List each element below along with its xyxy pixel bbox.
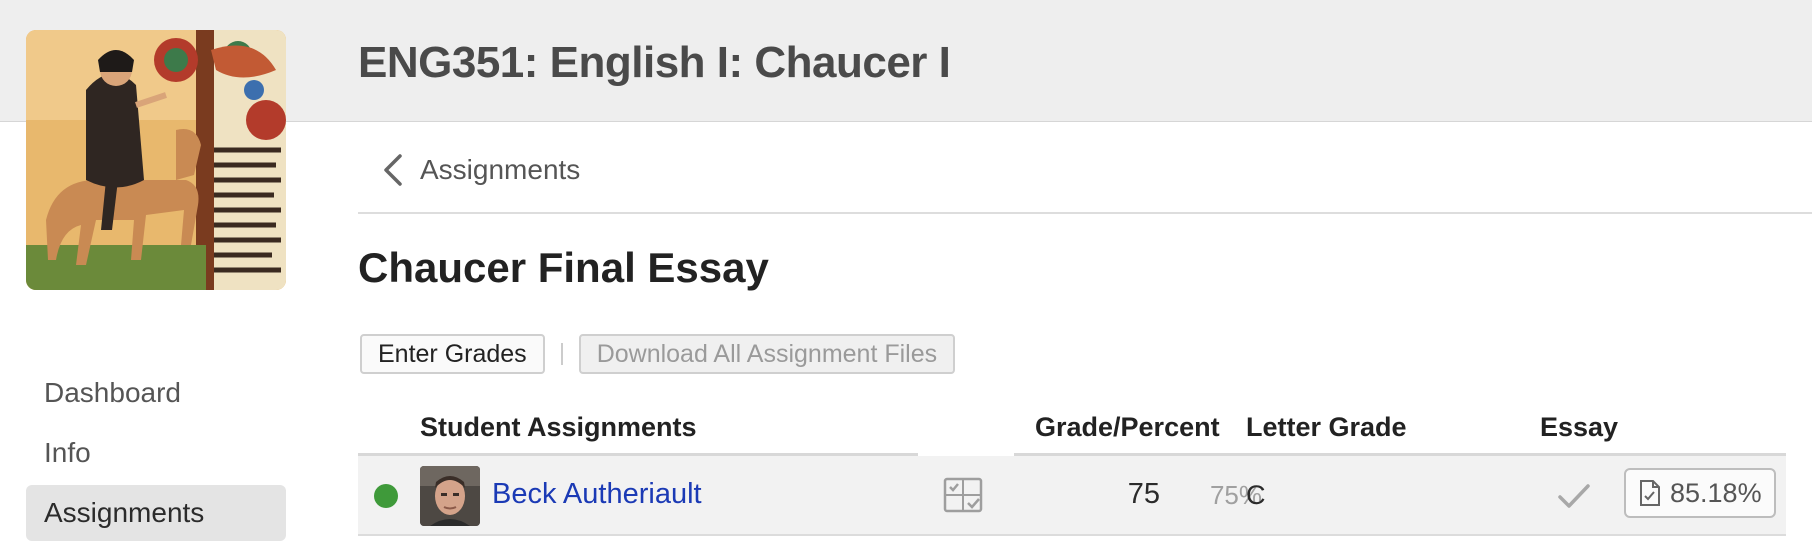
assignment-toolbar: Enter Grades Download All Assignment Fil…	[360, 334, 956, 374]
grade-value: 75	[1127, 478, 1160, 510]
checkmark-icon	[1558, 484, 1590, 508]
enter-grades-button[interactable]: Enter Grades	[360, 334, 545, 374]
student-assignments-table: Student Assignments Grade/Percent Letter…	[358, 400, 1786, 536]
table-header: Student Assignments Grade/Percent Letter…	[358, 400, 1786, 456]
rubric-checklist-icon[interactable]	[942, 474, 984, 516]
column-header-essay: Essay	[1540, 412, 1619, 442]
table-row: Beck Autheriault 75 75% C 85.18%	[358, 456, 1786, 536]
letter-grade-value: C	[1246, 480, 1266, 510]
document-check-icon	[1640, 480, 1660, 506]
download-all-files-button[interactable]: Download All Assignment Files	[578, 334, 956, 374]
student-name-link[interactable]: Beck Autheriault	[492, 478, 702, 511]
course-title: ENG351: English I: Chaucer I	[358, 38, 951, 87]
chevron-left-icon[interactable]	[378, 150, 408, 190]
essay-score-button[interactable]: 85.18%	[1624, 468, 1776, 518]
nav-item-assignments[interactable]: Assignments	[26, 485, 286, 541]
essay-score: 85.18%	[1670, 477, 1762, 508]
column-header-student: Student Assignments	[420, 412, 697, 442]
chaucer-manuscript-image	[26, 30, 286, 290]
course-nav: Dashboard Info Assignments	[26, 365, 286, 545]
student-photo	[420, 466, 480, 526]
course-image	[26, 30, 286, 290]
toolbar-divider	[560, 343, 563, 365]
percent-value: 75%	[1209, 480, 1262, 510]
column-header-grade: Grade/Percent	[1035, 412, 1220, 442]
column-header-letter: Letter Grade	[1246, 412, 1407, 442]
nav-item-info[interactable]: Info	[26, 425, 286, 481]
breadcrumb-assignments-link[interactable]: Assignments	[420, 154, 580, 186]
breadcrumb: Assignments	[358, 128, 1812, 214]
assignment-title: Chaucer Final Essay	[358, 244, 769, 291]
avatar	[420, 466, 480, 526]
nav-item-dashboard[interactable]: Dashboard	[26, 365, 286, 421]
status-dot	[374, 484, 398, 508]
